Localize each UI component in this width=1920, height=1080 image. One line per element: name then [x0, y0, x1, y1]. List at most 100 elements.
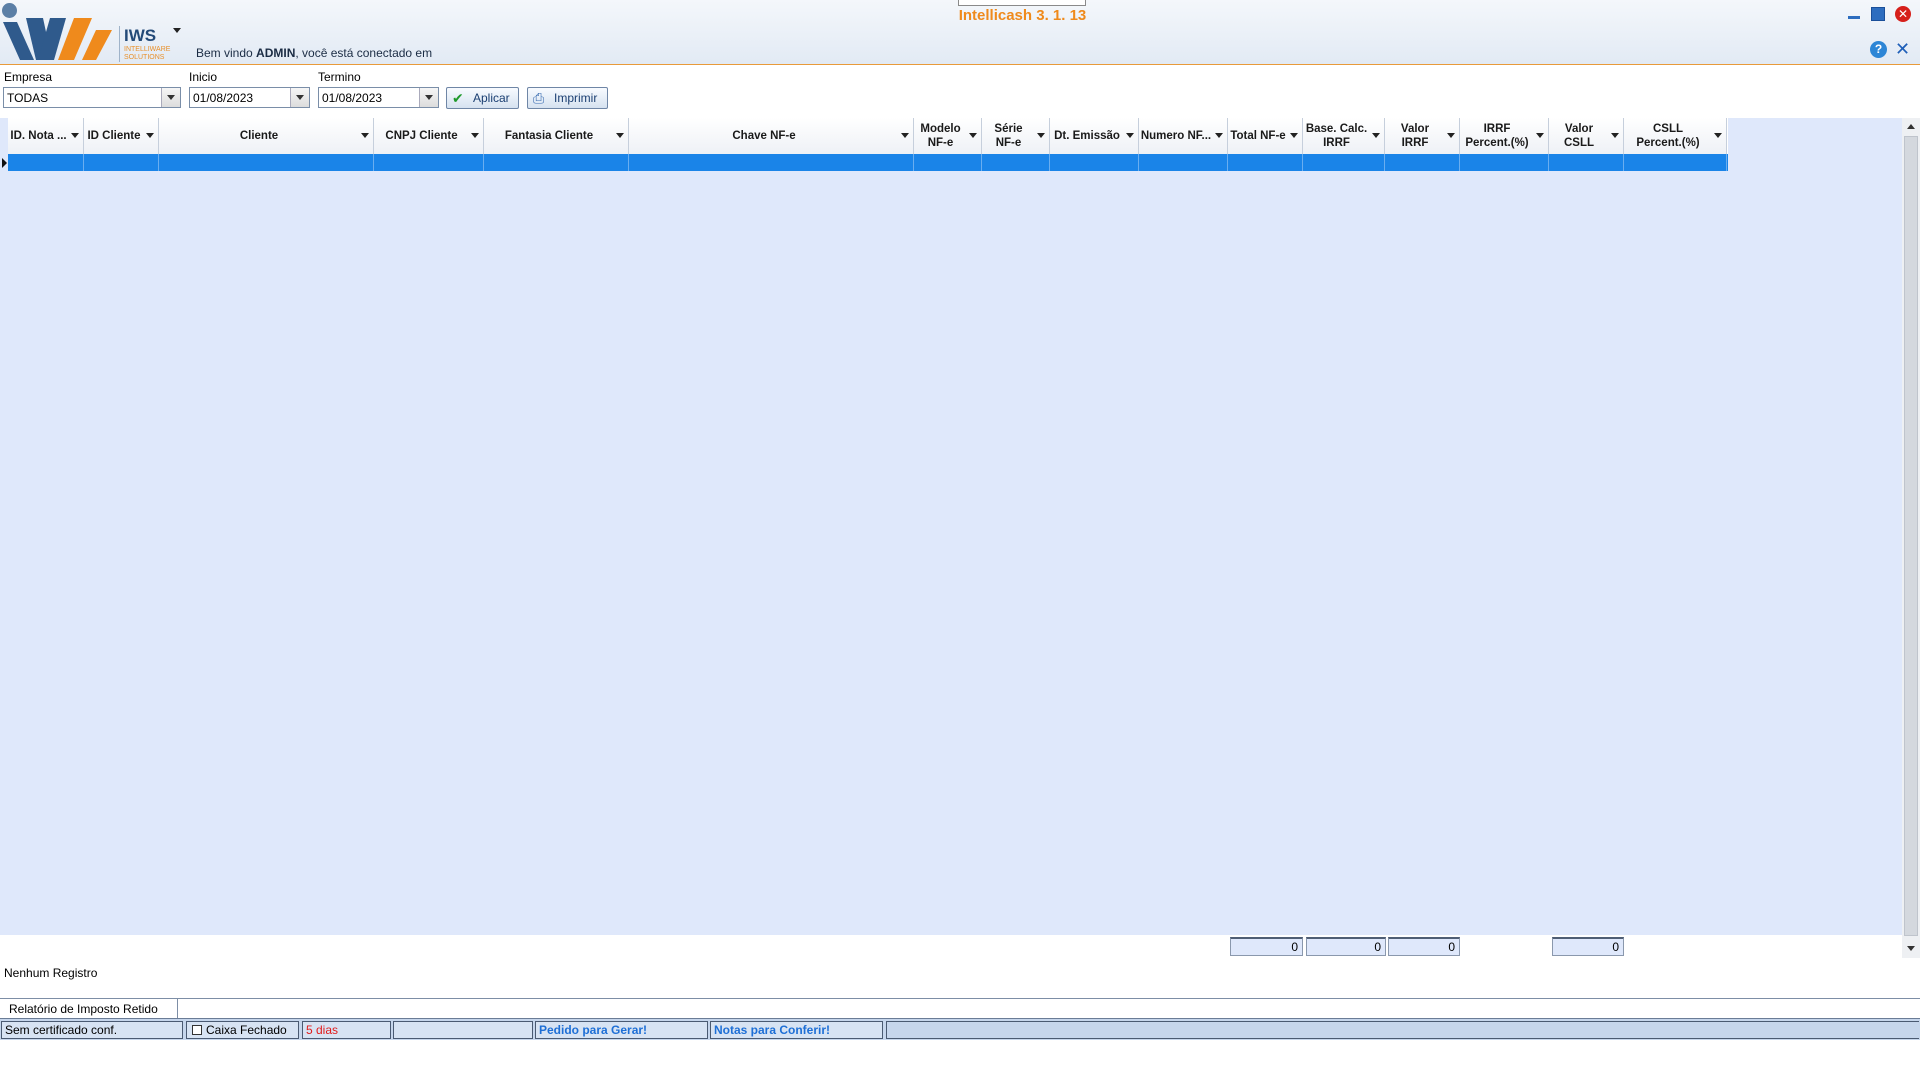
table-cell[interactable]	[1303, 154, 1385, 171]
filter-dropdown-icon[interactable]	[1372, 133, 1380, 138]
checkmark-icon: ✔	[452, 90, 464, 106]
days-status: 5 dias	[302, 1021, 391, 1039]
grid-header: ID. Nota ... ID Cliente Cliente CNPJ Client…	[8, 118, 1728, 154]
column-header[interactable]: Base. Calc. IRRF	[1303, 118, 1385, 154]
column-header-label: CSLL Percent.(%)	[1636, 123, 1700, 149]
valor-csll-sum: 0	[1552, 937, 1624, 956]
chevron-down-icon[interactable]	[290, 88, 309, 107]
filter-dropdown-icon[interactable]	[1037, 133, 1045, 138]
filter-dropdown-icon[interactable]	[969, 133, 977, 138]
column-header-label: Chave NF-e	[732, 130, 796, 142]
minimize-button[interactable]	[1846, 6, 1862, 22]
column-header[interactable]: Cliente	[159, 118, 374, 154]
record-count: Nenhum Registro	[4, 966, 98, 980]
chevron-down-icon[interactable]	[161, 88, 180, 107]
column-header[interactable]: Modelo NF-e	[914, 118, 982, 154]
title-grip[interactable]	[958, 0, 1086, 6]
brand-name: IWS	[124, 26, 157, 45]
table-cell[interactable]	[1139, 154, 1228, 171]
table-cell[interactable]	[914, 154, 982, 171]
column-header[interactable]: Valor IRRF	[1385, 118, 1460, 154]
tab-divider	[0, 998, 1920, 999]
column-header[interactable]: Numero NF...	[1139, 118, 1228, 154]
cash-checkbox[interactable]	[192, 1025, 202, 1035]
column-header[interactable]: Fantasia Cliente	[484, 118, 629, 154]
row-indicator-icon	[2, 158, 7, 168]
table-cell[interactable]	[629, 154, 914, 171]
total-nfe-sum: 0	[1230, 937, 1303, 956]
vertical-scrollbar[interactable]	[1902, 118, 1920, 958]
help-icon[interactable]: ?	[1870, 41, 1887, 58]
print-button[interactable]: ⎙ Imprimir	[527, 87, 608, 109]
filter-dropdown-icon[interactable]	[1126, 133, 1134, 138]
column-header[interactable]: ID Cliente	[84, 118, 159, 154]
table-cell[interactable]	[1228, 154, 1303, 171]
brand-subtitle: INTELLIWARE SOLUTIONS	[124, 46, 171, 61]
brand-menu-arrow-icon[interactable]	[173, 28, 181, 33]
column-header[interactable]: Chave NF-e	[629, 118, 914, 154]
table-cell[interactable]	[1050, 154, 1139, 171]
scroll-up-icon[interactable]	[1907, 124, 1915, 129]
column-header[interactable]: Total NF-e	[1228, 118, 1303, 154]
close-button[interactable]: ✕	[1895, 6, 1911, 22]
column-header-label: Cliente	[239, 130, 279, 142]
table-cell[interactable]	[159, 154, 374, 171]
filter-dropdown-icon[interactable]	[1536, 133, 1544, 138]
filter-dropdown-icon[interactable]	[1714, 133, 1722, 138]
logo-separator	[119, 26, 120, 62]
table-cell[interactable]	[1624, 154, 1727, 171]
termino-date-field[interactable]: 01/08/2023	[318, 87, 439, 108]
column-header[interactable]: Série NF-e	[982, 118, 1050, 154]
status-bar: Sem certificado conf. Caixa Fechado 5 di…	[0, 1018, 1920, 1040]
column-header[interactable]: IRRF Percent.(%)	[1460, 118, 1549, 154]
column-header-label: Modelo NF-e	[920, 123, 961, 149]
empresa-label: Empresa	[4, 70, 53, 84]
maximize-button[interactable]	[1870, 6, 1886, 22]
filter-dropdown-icon[interactable]	[616, 133, 624, 138]
table-row[interactable]	[8, 154, 1728, 171]
chevron-down-icon[interactable]	[419, 88, 438, 107]
filter-dropdown-icon[interactable]	[1447, 133, 1455, 138]
table-cell[interactable]	[8, 154, 84, 171]
filter-dropdown-icon[interactable]	[71, 133, 79, 138]
column-header[interactable]: ID. Nota ...	[8, 118, 84, 154]
column-header-label: Base. Calc. IRRF	[1305, 123, 1368, 149]
table-cell[interactable]	[84, 154, 159, 171]
termino-label: Termino	[318, 70, 361, 84]
table-cell[interactable]	[982, 154, 1050, 171]
notes-status-link[interactable]: Notas para Conferir!	[710, 1021, 883, 1039]
cash-status[interactable]: Caixa Fechado	[186, 1021, 299, 1039]
filter-dropdown-icon[interactable]	[1215, 133, 1223, 138]
column-header-label: Numero NF...	[1140, 130, 1212, 142]
empresa-select[interactable]: TODAS	[3, 87, 181, 108]
column-header[interactable]: CSLL Percent.(%)	[1624, 118, 1727, 154]
filter-dropdown-icon[interactable]	[1290, 133, 1298, 138]
apply-button[interactable]: ✔ Aplicar	[446, 87, 519, 109]
scroll-down-icon[interactable]	[1907, 946, 1915, 951]
table-cell[interactable]	[1549, 154, 1624, 171]
inicio-date-field[interactable]: 01/08/2023	[189, 87, 310, 108]
orders-status-link[interactable]: Pedido para Gerar!	[535, 1021, 708, 1039]
table-cell[interactable]	[1460, 154, 1549, 171]
termino-value: 01/08/2023	[322, 91, 383, 105]
scroll-thumb[interactable]	[1904, 136, 1918, 936]
table-cell[interactable]	[484, 154, 629, 171]
filter-dropdown-icon[interactable]	[901, 133, 909, 138]
column-header[interactable]: CNPJ Cliente	[374, 118, 484, 154]
inicio-value: 01/08/2023	[193, 91, 254, 105]
filter-dropdown-icon[interactable]	[471, 133, 479, 138]
status-filler	[886, 1021, 1919, 1039]
filter-dropdown-icon[interactable]	[1611, 133, 1619, 138]
column-header-label: Valor IRRF	[1400, 123, 1430, 149]
column-header[interactable]: Dt. Emissão	[1050, 118, 1139, 154]
filter-dropdown-icon[interactable]	[361, 133, 369, 138]
close-form-icon[interactable]: ✕	[1895, 39, 1910, 59]
filter-dropdown-icon[interactable]	[146, 133, 154, 138]
tab-relatorio-imposto-retido[interactable]: Relatório de Imposto Retido	[0, 999, 178, 1018]
table-cell[interactable]	[374, 154, 484, 171]
column-header[interactable]: Valor CSLL	[1549, 118, 1624, 154]
welcome-message: Bem vindo ADMIN, você está conectado em	[196, 46, 433, 60]
data-grid[interactable]: ID. Nota ... ID Cliente Cliente CNPJ Client…	[0, 118, 1902, 956]
table-cell[interactable]	[1385, 154, 1460, 171]
inicio-label: Inicio	[189, 70, 218, 84]
